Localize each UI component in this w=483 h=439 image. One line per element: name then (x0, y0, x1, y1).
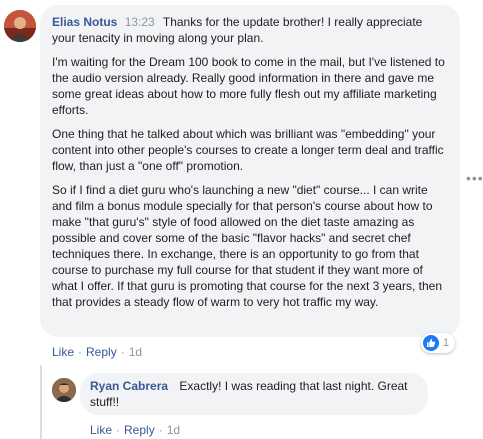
reply-reply-link[interactable]: Reply (124, 423, 155, 437)
comment-bubble: Elias Notus 13:23 Thanks for the update … (40, 5, 460, 337)
separator-dot: · (78, 345, 83, 359)
reply-author[interactable]: Ryan Cabrera (90, 379, 168, 393)
comment-paragraph-3: One thing that he talked about which was… (52, 127, 444, 173)
reply-thread-line (40, 365, 42, 439)
comment-paragraph-4: So if I find a diet guru who's launching… (52, 183, 442, 309)
thumbs-up-icon (423, 335, 439, 351)
reply-avatar[interactable] (52, 378, 76, 402)
reply-actions: Like · Reply · 1d (90, 423, 180, 437)
like-link[interactable]: Like (52, 345, 74, 359)
separator-dot: · (120, 345, 125, 359)
separator-dot: · (116, 423, 121, 437)
comment-actions: Like · Reply · 1d (52, 345, 142, 359)
comment-thread: Elias Notus 13:23 Thanks for the update … (0, 0, 483, 439)
comment-author[interactable]: Elias Notus (52, 15, 117, 29)
reaction-badge[interactable]: 1 (421, 333, 456, 353)
reply-bubble: Ryan Cabrera Exactly! I was reading that… (80, 373, 428, 415)
reply-link[interactable]: Reply (86, 345, 117, 359)
reply-like-link[interactable]: Like (90, 423, 112, 437)
avatar[interactable] (4, 10, 36, 42)
comment-paragraph-2: I'm waiting for the Dream 100 book to co… (52, 55, 445, 117)
separator-dot: · (158, 423, 163, 437)
reply-age[interactable]: 1d (167, 423, 180, 437)
more-options-icon[interactable]: ••• (466, 170, 483, 186)
comment-first-paragraph: Elias Notus 13:23 Thanks for the update … (52, 14, 448, 46)
comment-timestamp: 13:23 (124, 15, 155, 29)
reaction-count: 1 (443, 337, 450, 349)
comment-age[interactable]: 1d (129, 345, 142, 359)
